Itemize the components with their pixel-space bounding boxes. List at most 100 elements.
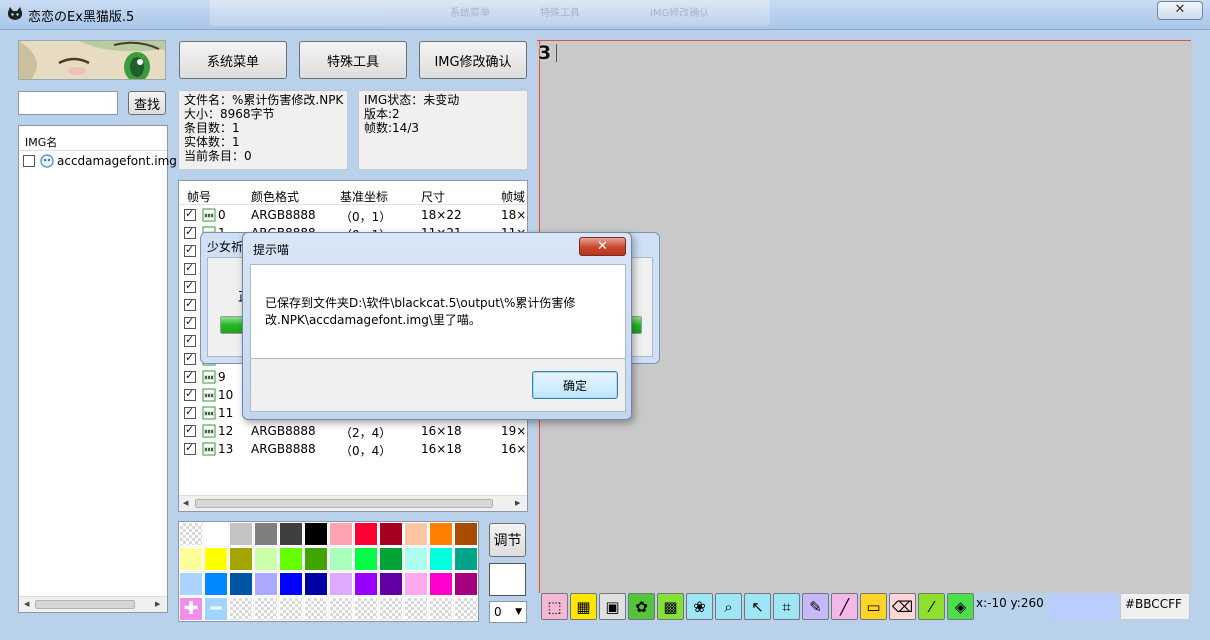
search-button[interactable]: 查找 [128,91,166,115]
frame-checkbox[interactable] [184,225,196,239]
img-checkbox[interactable] [23,155,35,167]
frame-checkbox[interactable] [184,405,196,419]
frame-checkbox[interactable] [184,387,196,401]
color-swatch[interactable] [404,547,428,571]
column-header[interactable]: 尺寸 [421,188,445,205]
color-swatch[interactable] [354,522,378,546]
img-list[interactable]: IMG名 accdamagefont.img ◀ ▶ [18,125,177,613]
transparent-swatch[interactable] [304,597,328,621]
line-icon[interactable]: ╱ [831,593,858,620]
color-swatch[interactable] [454,547,478,571]
frame-checkbox[interactable] [184,243,196,257]
frame-checkbox[interactable] [184,279,196,293]
column-header[interactable]: 帧域 [501,188,525,205]
color-swatch[interactable] [304,547,328,571]
palette-icon[interactable]: ▦ [570,593,597,620]
pointer-icon[interactable]: ↖ [744,593,771,620]
frame-checkbox[interactable] [184,351,196,365]
color-swatch[interactable] [429,522,453,546]
scroll-left-icon[interactable]: ◀ [24,600,29,608]
transparent-swatch[interactable] [179,522,203,546]
window-close-button[interactable]: ✕ [1157,1,1203,20]
transparent-swatch[interactable] [429,597,453,621]
color-swatch[interactable] [329,547,353,571]
frame-checkbox[interactable] [184,423,196,437]
color-swatch[interactable] [204,522,228,546]
color-swatch[interactable] [329,522,353,546]
column-header[interactable]: 帧号 [187,188,211,205]
color-swatch[interactable] [329,572,353,596]
paint-bucket-icon[interactable]: ◈ [947,593,974,620]
frame-checkbox[interactable] [184,369,196,383]
color-swatch[interactable] [279,572,303,596]
scroll-right-icon[interactable]: ▶ [515,499,520,507]
color-swatch[interactable] [429,572,453,596]
color-swatch[interactable] [454,572,478,596]
frame-checkbox[interactable] [184,297,196,311]
pencil-icon[interactable]: ✎ [802,593,829,620]
color-swatch[interactable] [254,547,278,571]
color-swatch[interactable] [204,547,228,571]
transparent-swatch[interactable] [329,597,353,621]
crop-icon[interactable]: ⌗ [773,593,800,620]
table-row[interactable]: 12 ARGB8888 （2，4） 16×18 19×2 [179,422,527,440]
ok-button[interactable]: 确定 [532,371,618,399]
color-palette[interactable]: ✚ ━ [178,521,479,622]
transparent-swatch[interactable] [254,597,278,621]
color-swatch[interactable] [279,522,303,546]
color-swatch[interactable] [354,572,378,596]
transparent-swatch[interactable] [454,597,478,621]
eraser-icon[interactable]: ⌫ [889,593,916,620]
remove-color-button[interactable]: ━ [204,597,228,621]
color-swatch[interactable] [304,572,328,596]
color-swatch[interactable] [229,572,253,596]
table-row[interactable]: 13 ARGB8888 （0，4） 16×18 16×2 [179,440,527,458]
eyedropper-icon[interactable]: ⁄ [918,593,945,620]
color-swatch[interactable] [379,522,403,546]
film-icon[interactable]: ▣ [599,593,626,620]
adjust-button[interactable]: 调节 [489,523,526,557]
select-icon[interactable]: ⬚ [541,593,568,620]
color-swatch[interactable] [229,547,253,571]
scroll-right-icon[interactable]: ▶ [155,600,160,608]
column-header[interactable]: 颜色格式 [251,188,299,205]
search-icon[interactable]: ⌕ [715,593,742,620]
color-swatch[interactable] [304,522,328,546]
color-swatch[interactable] [204,572,228,596]
transparent-swatch[interactable] [279,597,303,621]
color-swatch[interactable] [429,547,453,571]
color-swatch[interactable] [229,522,253,546]
list-item[interactable]: accdamagefont.img [23,152,177,170]
color-swatch[interactable] [254,572,278,596]
color-swatch[interactable] [279,547,303,571]
frame-checkbox[interactable] [184,315,196,329]
transparent-swatch[interactable] [379,597,403,621]
zoom-select[interactable]: 0 ▼ [489,601,527,623]
frame-checkbox[interactable] [184,441,196,455]
color-swatch[interactable] [254,522,278,546]
frame-checkbox[interactable] [184,261,196,275]
color-swatch[interactable] [354,547,378,571]
dialog-close-button[interactable]: ✕ [579,237,626,256]
scroll-thumb[interactable] [195,499,493,508]
special-tools-button[interactable]: 特殊工具 [299,41,407,79]
flower-icon[interactable]: ❀ [686,593,713,620]
camera-icon[interactable]: ▩ [657,593,684,620]
column-header[interactable]: 基准坐标 [340,188,388,205]
transparent-swatch[interactable] [229,597,253,621]
transparent-swatch[interactable] [404,597,428,621]
color-swatch[interactable] [179,547,203,571]
color-swatch[interactable] [404,522,428,546]
system-menu-button[interactable]: 系统菜单 [179,41,287,79]
frame-checkbox[interactable] [184,207,196,221]
frame-checkbox[interactable] [184,333,196,347]
add-color-button[interactable]: ✚ [179,597,203,621]
cat-icon[interactable]: ✿ [628,593,655,620]
rectangle-icon[interactable]: ▭ [860,593,887,620]
color-swatch[interactable] [454,522,478,546]
horizontal-scrollbar[interactable]: ◀ ▶ [179,495,527,511]
img-confirm-button[interactable]: IMG修改确认 [419,41,527,79]
scroll-left-icon[interactable]: ◀ [183,499,188,507]
color-swatch[interactable] [404,572,428,596]
scroll-thumb[interactable] [35,600,135,609]
